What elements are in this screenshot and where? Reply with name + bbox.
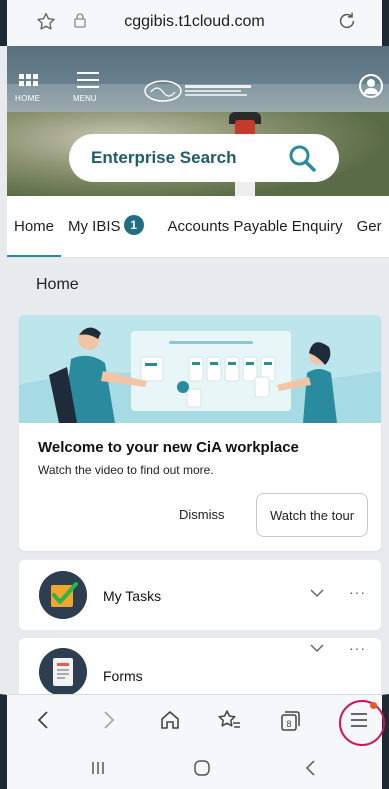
bookmarks-icon[interactable] bbox=[217, 709, 241, 731]
app-grid-icon[interactable] bbox=[19, 74, 38, 86]
tab-home[interactable]: Home bbox=[7, 196, 62, 257]
browser-toolbar: 8 bbox=[0, 694, 389, 747]
menu-highlight-circle bbox=[339, 700, 385, 746]
back-icon[interactable] bbox=[33, 709, 55, 731]
forms-document-icon bbox=[39, 648, 87, 696]
welcome-title: Welcome to your new CiA workplace bbox=[38, 439, 299, 456]
tasks-checkbox-icon bbox=[39, 571, 87, 619]
notification-badge: 1 bbox=[123, 214, 144, 235]
page-title: Home bbox=[36, 276, 79, 293]
home-label: HOME bbox=[15, 94, 41, 103]
forms-label: Forms bbox=[103, 668, 143, 684]
chevron-down-icon[interactable] bbox=[309, 640, 325, 656]
forms-card[interactable]: Forms ··· bbox=[19, 638, 381, 696]
hamburger-menu-icon[interactable] bbox=[77, 72, 99, 93]
system-back-icon[interactable] bbox=[303, 759, 319, 777]
tab-truncated[interactable]: Ger bbox=[350, 196, 389, 257]
tab-bar: Home My IBIS 1 Accounts Payable Enquiry G… bbox=[7, 196, 389, 258]
home-icon[interactable] bbox=[159, 709, 181, 731]
my-tasks-label: My Tasks bbox=[103, 588, 162, 604]
tabs-icon[interactable]: 8 bbox=[277, 709, 301, 733]
tab-my-ibis[interactable]: My IBIS 1 bbox=[61, 196, 151, 257]
search-icon bbox=[289, 145, 316, 172]
search-label: Enterprise Search bbox=[91, 148, 237, 167]
my-tasks-card[interactable]: My Tasks ··· bbox=[19, 560, 381, 630]
more-options-icon[interactable]: ··· bbox=[349, 640, 366, 656]
url-text[interactable]: cggibis.t1cloud.com bbox=[7, 13, 382, 31]
forward-icon[interactable] bbox=[97, 709, 119, 731]
svg-text:8: 8 bbox=[286, 719, 291, 729]
more-options-icon[interactable]: ··· bbox=[349, 584, 366, 600]
notification-dot bbox=[370, 702, 377, 709]
reload-icon[interactable] bbox=[336, 10, 358, 37]
system-nav-bar bbox=[0, 747, 389, 789]
welcome-subtitle: Watch the video to find out more. bbox=[38, 463, 214, 477]
browser-address-bar: cggibis.t1cloud.com bbox=[0, 0, 389, 46]
watch-tour-button[interactable]: Watch the tour bbox=[256, 493, 368, 537]
menu-label: MENU bbox=[73, 94, 97, 103]
welcome-card: Welcome to your new CiA workplace Watch … bbox=[19, 315, 381, 551]
user-avatar-icon[interactable] bbox=[359, 74, 383, 98]
chevron-down-icon[interactable] bbox=[309, 585, 325, 601]
recent-apps-icon[interactable] bbox=[89, 760, 107, 776]
tab-accounts-payable-enquiry[interactable]: Accounts Payable Enquiry bbox=[161, 196, 350, 257]
system-home-icon[interactable] bbox=[193, 759, 211, 777]
dismiss-button[interactable]: Dismiss bbox=[179, 507, 225, 522]
organization-logo bbox=[144, 80, 251, 102]
enterprise-search-button[interactable]: Enterprise Search bbox=[69, 134, 339, 182]
hero-banner: HOME MENU Enterprise Search bbox=[7, 46, 389, 196]
welcome-illustration bbox=[19, 315, 381, 423]
